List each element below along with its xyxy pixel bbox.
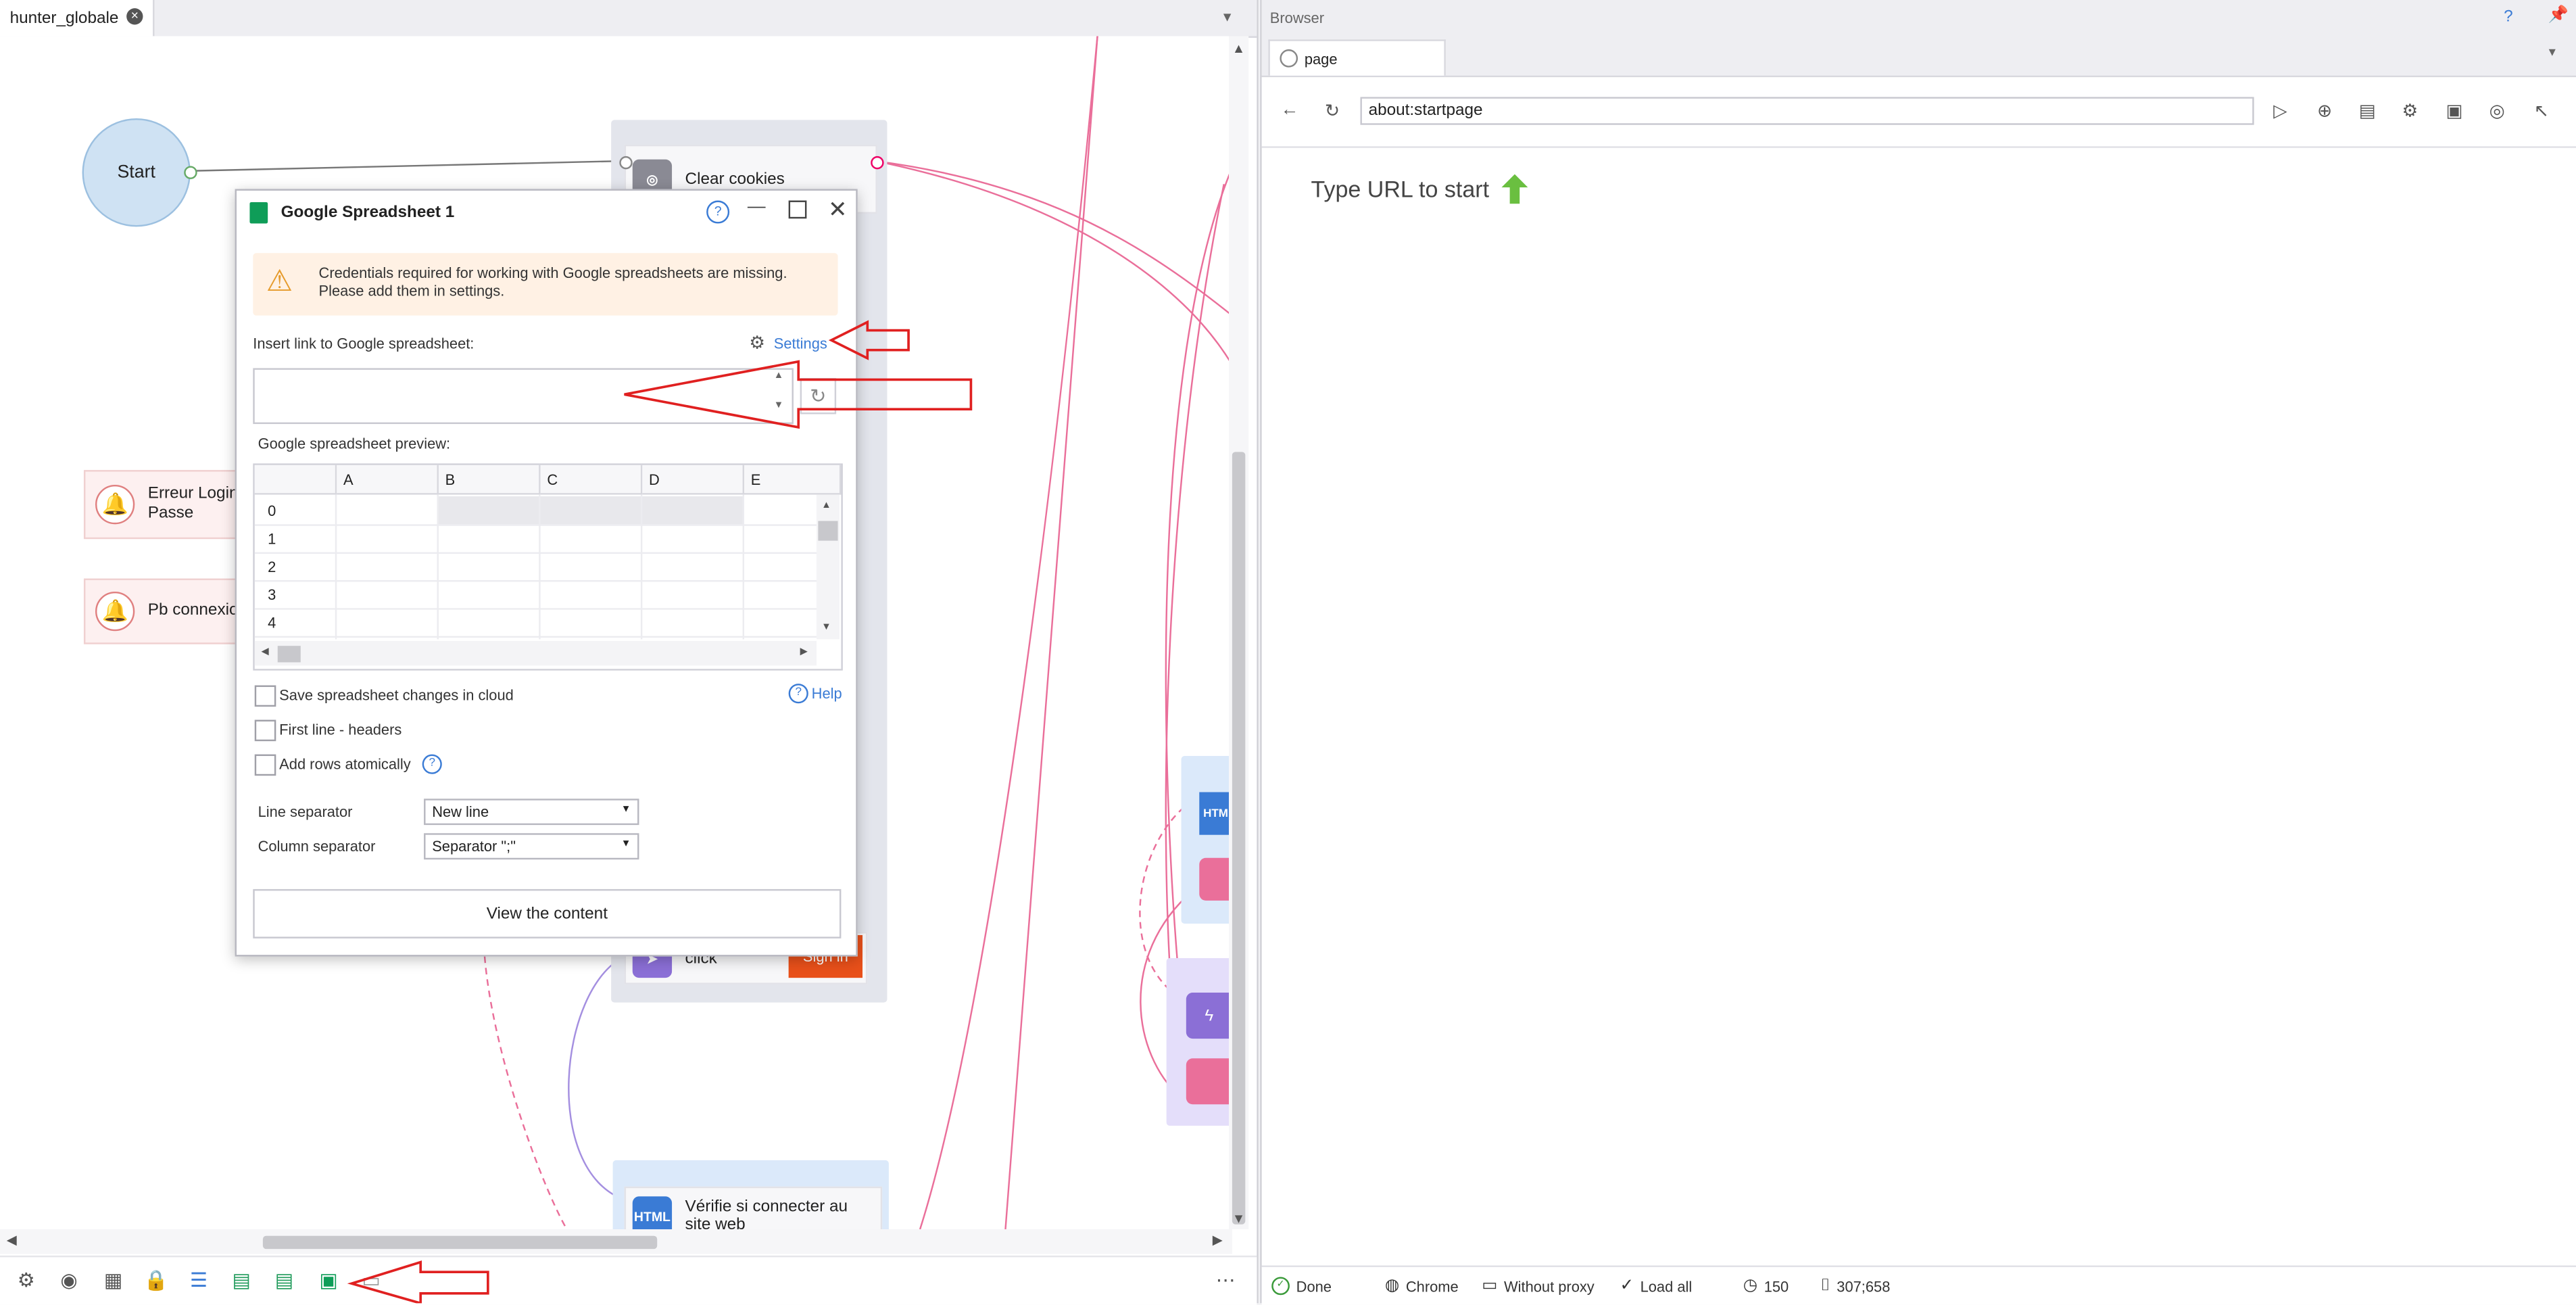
status-proxy-label: Without proxy <box>1504 1277 1595 1295</box>
status-load[interactable]: ✓ Load all <box>1620 1277 1692 1295</box>
browser-navbar: ← ↻ about:startpage ▷ ⊕ ▤ ⚙ ▣ ◎ ↖ <box>1261 77 2576 148</box>
pointer-icon[interactable]: ↖ <box>2530 99 2553 122</box>
clock-icon: ◷ <box>1743 1277 1757 1296</box>
help-icon[interactable]: ? <box>2504 8 2513 26</box>
page-icon[interactable]: ▤ <box>2356 99 2379 122</box>
browser-title: Browser <box>1269 9 1325 26</box>
address-value: about:startpage <box>1368 101 1483 120</box>
annotation-arrows <box>347 320 973 1304</box>
cookie-icon[interactable]: ◎ <box>2485 99 2508 122</box>
chrome-icon: ◍ <box>1384 1277 1400 1296</box>
add-icon[interactable]: ⊕ <box>2313 99 2336 122</box>
status-proxy[interactable]: ▭ Without proxy <box>1482 1277 1594 1295</box>
up-arrow-icon <box>1502 174 1529 204</box>
play-icon[interactable]: ▷ <box>2269 99 2292 122</box>
pin-icon[interactable]: 📌 <box>2548 7 2569 25</box>
annotation-arrow <box>624 360 973 429</box>
status-load-label: Load all <box>1640 1277 1693 1295</box>
status-engine[interactable]: ◍ Chrome <box>1385 1277 1459 1295</box>
annotation-arrow <box>347 1260 489 1304</box>
check-circle-icon: ✓ <box>1620 1277 1634 1296</box>
back-icon[interactable]: ← <box>1278 99 1301 122</box>
reload-icon[interactable]: ↻ <box>1321 99 1344 122</box>
monitor-icon: ▭ <box>1482 1277 1498 1296</box>
status-timeout[interactable]: ◷ 150 <box>1743 1277 1789 1295</box>
browser-header: Browser ? 📌 <box>1261 0 2576 37</box>
status-coords: ⌷ 307;658 <box>1820 1277 1890 1295</box>
globe-icon <box>1280 49 1298 68</box>
status-timeout-label: 150 <box>1764 1277 1789 1295</box>
browser-statusbar: ✓ Done ◍ Chrome ▭ Without proxy ✓ Load a… <box>1261 1265 2576 1305</box>
extension-icon[interactable]: ⚙ <box>2399 99 2422 122</box>
browser-panel: Browser ? 📌 ▼ page ← ↻ about:startpage ▷… <box>1260 0 2576 1305</box>
storage-icon[interactable]: ▣ <box>2443 99 2466 122</box>
tab-label: page <box>1304 50 1338 67</box>
status-coords-label: 307;658 <box>1837 1277 1891 1295</box>
status-engine-label: Chrome <box>1405 1277 1459 1295</box>
start-hint-text: Type URL to start <box>1311 176 1490 202</box>
status-done-label: Done <box>1296 1277 1332 1295</box>
start-hint: Type URL to start <box>1311 174 1529 204</box>
mouse-icon: ⌷ <box>1820 1277 1830 1296</box>
check-icon: ✓ <box>1271 1277 1290 1296</box>
chevron-down-icon[interactable]: ▼ <box>2546 47 2558 59</box>
address-bar[interactable]: about:startpage <box>1360 97 2254 125</box>
browser-tabbar: ▼ <box>1261 36 2576 78</box>
tab-page[interactable]: page <box>1268 39 1446 76</box>
annotation-arrow <box>828 320 910 360</box>
status-done: ✓ Done <box>1271 1277 1332 1296</box>
